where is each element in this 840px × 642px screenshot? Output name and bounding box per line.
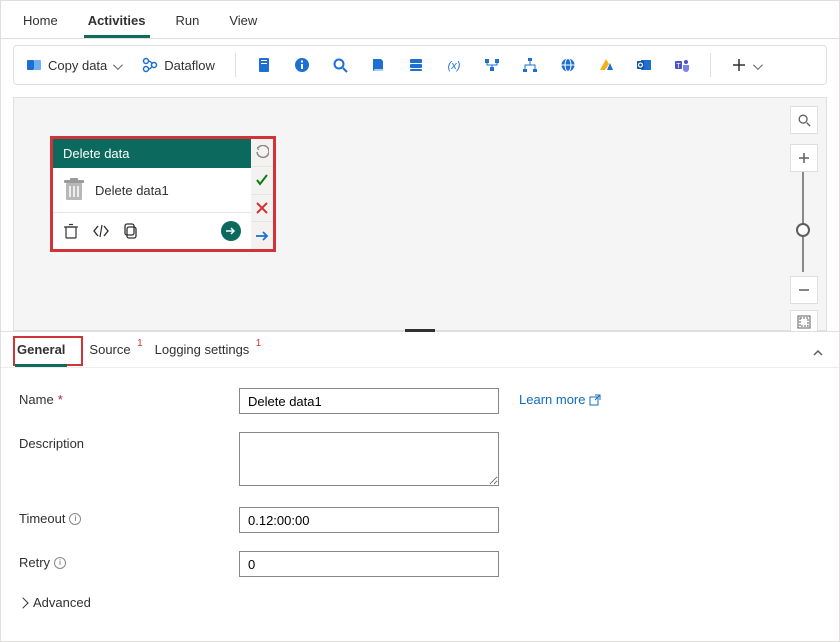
dataflow-icon bbox=[142, 57, 158, 73]
hierarchy-button[interactable] bbox=[518, 49, 542, 81]
zoom-slider-track[interactable] bbox=[802, 172, 804, 272]
dataflow-label: Dataflow bbox=[164, 58, 215, 73]
pipeline-icon bbox=[484, 57, 500, 73]
info-icon bbox=[294, 57, 310, 73]
tab-run[interactable]: Run bbox=[172, 13, 204, 38]
database-icon bbox=[408, 57, 424, 73]
web-button[interactable] bbox=[556, 49, 580, 81]
variable-button[interactable]: (x) bbox=[442, 49, 466, 81]
activities-toolbar: Copy data Dataflow (x) T bbox=[13, 45, 827, 85]
teams-button[interactable]: T bbox=[670, 49, 694, 81]
activity-name-label: Delete data1 bbox=[95, 183, 169, 198]
selection-highlight: Delete data Delete data1 bbox=[50, 136, 276, 252]
copy-data-label: Copy data bbox=[48, 58, 107, 73]
description-input[interactable] bbox=[239, 432, 499, 486]
dataflow-button[interactable]: Dataflow bbox=[138, 49, 219, 81]
name-label: Name* bbox=[19, 388, 219, 407]
zoom-slider-thumb[interactable] bbox=[796, 223, 810, 237]
delete-activity-button[interactable] bbox=[63, 223, 79, 239]
prop-tab-logging[interactable]: Logging settings1 bbox=[153, 342, 252, 367]
copy-data-button[interactable]: Copy data bbox=[22, 49, 124, 81]
advanced-toggle[interactable]: Advanced bbox=[19, 595, 821, 610]
description-label: Description bbox=[19, 432, 219, 451]
info-icon[interactable]: i bbox=[54, 557, 66, 569]
retry-input[interactable] bbox=[239, 551, 499, 577]
properties-panel: General Source1 Logging settings1 Name* … bbox=[1, 331, 839, 641]
info-icon[interactable]: i bbox=[69, 513, 81, 525]
tab-activities[interactable]: Activities bbox=[84, 13, 150, 38]
add-activity-button[interactable] bbox=[727, 49, 764, 81]
failure-output-button[interactable] bbox=[251, 195, 273, 223]
prop-tab-general[interactable]: General bbox=[15, 342, 67, 367]
info-button[interactable] bbox=[290, 49, 314, 81]
search-icon bbox=[332, 57, 348, 73]
azure-icon bbox=[598, 57, 614, 73]
panel-resize-handle[interactable] bbox=[405, 329, 435, 332]
pipeline-canvas[interactable]: Delete data Delete data1 bbox=[13, 97, 827, 331]
external-link-icon bbox=[589, 394, 601, 406]
learn-more-link[interactable]: Learn more bbox=[519, 388, 601, 407]
zoom-out-button[interactable] bbox=[790, 276, 818, 304]
lookup-button[interactable] bbox=[328, 49, 352, 81]
name-input[interactable] bbox=[239, 388, 499, 414]
deactivate-button[interactable] bbox=[251, 139, 273, 167]
hierarchy-icon bbox=[522, 57, 538, 73]
notebook-button[interactable] bbox=[252, 49, 276, 81]
copy-data-icon bbox=[26, 57, 42, 73]
timeout-label: Timeout i bbox=[19, 507, 219, 526]
retry-label: Retry i bbox=[19, 551, 219, 570]
chevron-right-icon bbox=[17, 597, 28, 608]
notebook-icon bbox=[256, 57, 272, 73]
error-badge: 1 bbox=[256, 338, 262, 349]
properties-tab-bar: General Source1 Logging settings1 bbox=[1, 332, 839, 368]
success-output-button[interactable] bbox=[251, 167, 273, 195]
azure-button[interactable] bbox=[594, 49, 618, 81]
delete-data-activity[interactable]: Delete data Delete data1 bbox=[53, 139, 251, 249]
variable-icon: (x) bbox=[446, 57, 462, 73]
zoom-in-button[interactable] bbox=[790, 144, 818, 172]
canvas-search-button[interactable] bbox=[790, 106, 818, 134]
tab-view[interactable]: View bbox=[225, 13, 261, 38]
stored-proc-button[interactable] bbox=[404, 49, 428, 81]
chevron-down-icon bbox=[753, 58, 760, 73]
timeout-input[interactable] bbox=[239, 507, 499, 533]
tab-home[interactable]: Home bbox=[19, 13, 62, 38]
view-code-button[interactable] bbox=[93, 223, 109, 239]
svg-text:(x): (x) bbox=[447, 60, 460, 72]
plus-icon bbox=[731, 57, 747, 73]
collapse-panel-button[interactable] bbox=[811, 346, 825, 363]
error-badge: 1 bbox=[137, 338, 143, 349]
trash-icon bbox=[63, 178, 85, 202]
script-icon bbox=[370, 57, 386, 73]
clone-button[interactable] bbox=[123, 223, 139, 239]
teams-icon: T bbox=[674, 57, 690, 73]
outlook-icon bbox=[636, 57, 652, 73]
svg-text:T: T bbox=[676, 63, 681, 70]
prop-tab-source[interactable]: Source1 bbox=[87, 342, 132, 367]
chevron-down-icon bbox=[113, 58, 120, 73]
script-button[interactable] bbox=[366, 49, 390, 81]
outlook-button[interactable] bbox=[632, 49, 656, 81]
general-form: Name* Learn more Description Timeout i R… bbox=[1, 368, 839, 630]
activity-type-header: Delete data bbox=[53, 139, 251, 168]
top-tab-bar: Home Activities Run View bbox=[1, 1, 839, 39]
globe-icon bbox=[560, 57, 576, 73]
completion-output-button[interactable] bbox=[251, 222, 273, 249]
run-activity-button[interactable] bbox=[221, 221, 241, 241]
pipeline-button[interactable] bbox=[480, 49, 504, 81]
